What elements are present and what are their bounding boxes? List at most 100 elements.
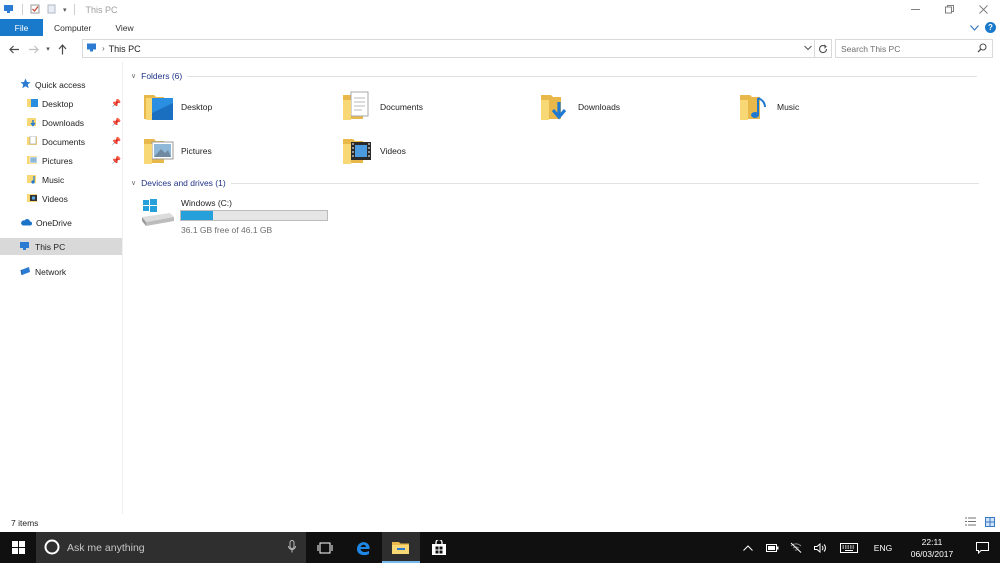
search-box[interactable] [835, 39, 993, 58]
address-history-icon[interactable] [804, 44, 812, 53]
system-tray: ENG 22:11 06/03/2017 [736, 532, 1000, 563]
folder-tile-videos[interactable]: Videos [342, 131, 532, 171]
nav-downloads[interactable]: Downloads 📌 [27, 114, 121, 131]
clock-date: 06/03/2017 [910, 548, 954, 559]
network-status-button[interactable] [784, 532, 808, 563]
nav-pictures[interactable]: Pictures 📌 [27, 152, 121, 169]
pin-icon[interactable]: 📌 [111, 137, 121, 146]
nav-this-pc[interactable]: This PC [0, 238, 122, 255]
details-view-icon[interactable] [965, 517, 976, 529]
qat-divider [22, 4, 23, 15]
new-folder-icon[interactable] [47, 4, 56, 16]
task-view-button[interactable] [306, 532, 344, 563]
large-icons-view-icon[interactable] [985, 517, 995, 529]
file-explorer-icon [392, 542, 409, 554]
speaker-icon [813, 542, 826, 553]
pictures-folder-icon [143, 133, 175, 169]
clock-button[interactable]: 22:11 06/03/2017 [900, 536, 964, 560]
nav-onedrive[interactable]: OneDrive [20, 214, 120, 231]
cortana-icon [44, 539, 60, 557]
forward-button[interactable] [24, 39, 43, 59]
tab-view[interactable]: View [103, 19, 145, 36]
volume-button[interactable] [808, 532, 832, 563]
expand-ribbon-icon[interactable] [970, 23, 979, 33]
view-switcher [965, 517, 995, 529]
drive-tile-c[interactable]: Windows (C:) 36.1 GB free of 46.1 GB [140, 195, 340, 239]
breadcrumb-chevron-icon[interactable]: › [102, 44, 105, 53]
this-pc-icon [20, 241, 31, 253]
file-explorer-window: ▾ This PC File Computer View ? ▾ › This … [0, 0, 1000, 532]
breadcrumb-location[interactable]: This PC [109, 44, 141, 54]
folder-tile-documents[interactable]: Documents [342, 87, 532, 127]
cortana-search-box[interactable]: Ask me anything [36, 532, 306, 563]
minimize-button[interactable] [898, 0, 932, 19]
taskbar-edge[interactable] [344, 532, 382, 563]
windows-logo-icon [11, 541, 25, 554]
drive-free-space: 36.1 GB free of 46.1 GB [181, 225, 273, 235]
input-language-button[interactable]: ENG [866, 543, 900, 553]
music-folder-icon [27, 174, 38, 186]
nav-label: Quick access [35, 79, 86, 90]
title-bar: ▾ This PC [0, 0, 1000, 19]
chevron-down-icon[interactable]: ∨ [131, 179, 136, 187]
taskbar-store[interactable] [420, 532, 458, 563]
drive-name: Windows (C:) [181, 198, 233, 208]
content-area: ∨ Folders (6) Desktop Documents Download… [128, 62, 988, 512]
customize-qat-icon[interactable]: ▾ [63, 6, 67, 14]
drive-icon [140, 199, 176, 229]
pin-icon[interactable]: 📌 [111, 99, 121, 108]
action-center-button[interactable] [964, 532, 1000, 563]
nav-videos[interactable]: Videos [27, 190, 121, 207]
properties-icon[interactable] [30, 4, 40, 16]
search-icon[interactable] [977, 43, 987, 55]
folder-label: Music [777, 102, 800, 112]
chevron-down-icon[interactable]: ∨ [131, 72, 136, 80]
tab-file[interactable]: File [0, 19, 43, 36]
back-button[interactable] [5, 39, 24, 59]
address-bar[interactable]: › This PC [82, 39, 815, 58]
show-hidden-icons-button[interactable] [736, 532, 760, 563]
pin-icon[interactable]: 📌 [111, 118, 121, 127]
recent-locations-button[interactable]: ▾ [43, 39, 53, 59]
chevron-up-icon [743, 544, 753, 551]
folder-tile-music[interactable]: Music [739, 87, 929, 127]
network-icon [20, 266, 31, 278]
help-icon[interactable]: ? [985, 22, 996, 33]
desktop-folder-icon [27, 98, 38, 110]
folders-group-header[interactable]: ∨ Folders (6) [131, 71, 978, 81]
pictures-folder-icon [27, 155, 38, 167]
group-title: Folders (6) [141, 71, 183, 81]
touch-keyboard-button[interactable] [832, 532, 866, 563]
folder-tile-downloads[interactable]: Downloads [540, 87, 730, 127]
up-button[interactable] [53, 39, 72, 59]
nav-label: This PC [35, 241, 66, 252]
refresh-button[interactable] [814, 39, 832, 58]
microphone-icon[interactable] [288, 540, 296, 555]
nav-label: Network [35, 266, 67, 277]
store-icon [432, 539, 446, 555]
nav-label: Music [42, 174, 65, 185]
nav-quick-access[interactable]: Quick access [20, 76, 120, 93]
taskbar-file-explorer[interactable] [382, 532, 420, 563]
downloads-folder-icon [540, 89, 572, 125]
tab-computer[interactable]: Computer [43, 19, 103, 36]
devices-group-header[interactable]: ∨ Devices and drives (1) [131, 178, 979, 188]
nav-network[interactable]: Network [20, 263, 120, 280]
start-button[interactable] [0, 532, 36, 563]
restore-button[interactable] [932, 0, 966, 19]
search-input[interactable] [841, 43, 971, 54]
keyboard-icon [840, 542, 858, 553]
battery-button[interactable] [760, 532, 784, 563]
close-button[interactable] [966, 0, 1000, 19]
nav-documents[interactable]: Documents 📌 [27, 133, 121, 150]
folder-label: Documents [380, 102, 423, 112]
folder-tile-pictures[interactable]: Pictures [143, 131, 333, 171]
pin-icon[interactable]: 📌 [111, 156, 121, 165]
nav-desktop[interactable]: Desktop 📌 [27, 95, 121, 112]
ribbon-right-controls: ? [970, 19, 1000, 36]
folder-tile-desktop[interactable]: Desktop [143, 87, 333, 127]
group-divider [187, 75, 978, 77]
nav-music[interactable]: Music [27, 171, 121, 188]
drive-usage-bar [180, 210, 328, 221]
nav-label: Pictures [42, 155, 73, 166]
